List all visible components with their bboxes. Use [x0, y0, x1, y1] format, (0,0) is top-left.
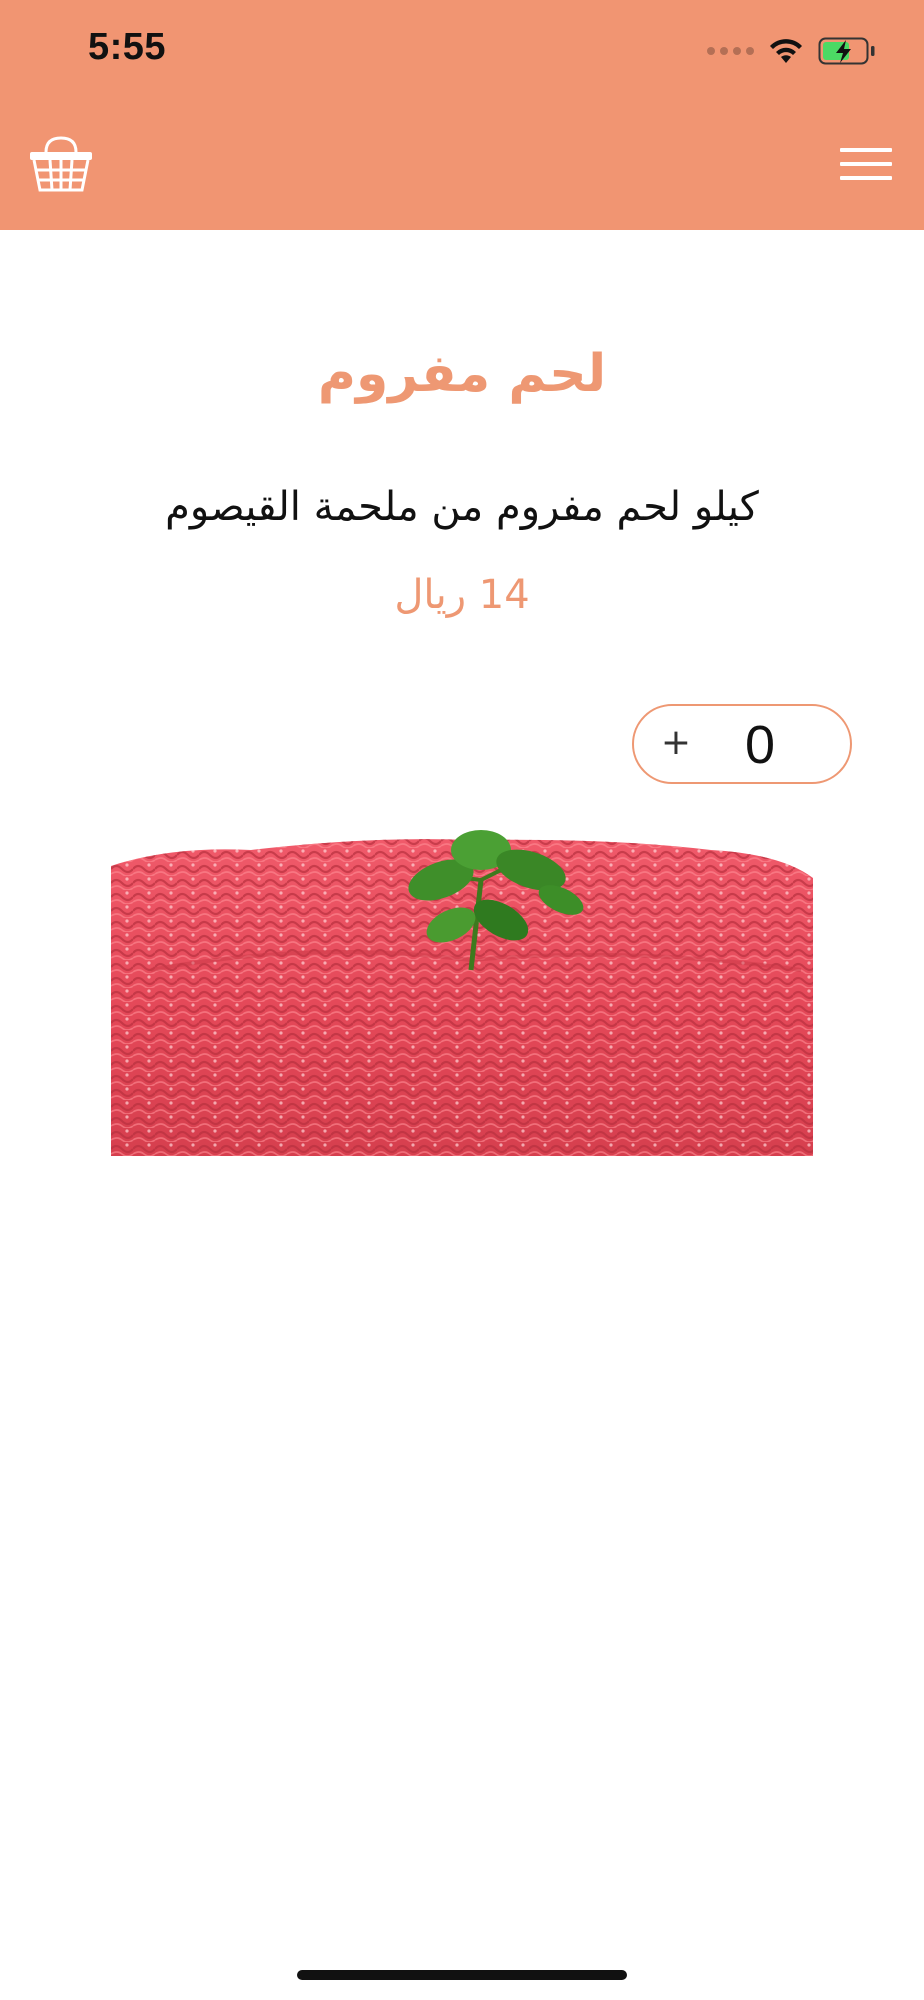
- increment-button[interactable]: +: [656, 718, 696, 768]
- status-icons: [707, 34, 876, 68]
- basket-icon: [30, 136, 92, 192]
- signal-icon: [707, 47, 754, 55]
- product-title: لحم مفروم: [317, 344, 607, 404]
- product-image: [111, 820, 813, 1156]
- status-time: 5:55: [88, 26, 167, 68]
- hamburger-menu-icon: [840, 148, 892, 180]
- product-price: 14 ريال: [394, 572, 530, 618]
- battery-charging-icon: [818, 37, 875, 65]
- quantity-stepper: + 0: [632, 704, 852, 784]
- product-description: كيلو لحم مفروم من ملحمة القيصوم: [165, 484, 759, 530]
- app-header: 5:55: [0, 0, 924, 230]
- menu-button[interactable]: [838, 144, 894, 184]
- quantity-value: 0: [744, 715, 776, 775]
- home-indicator: [297, 1970, 627, 1980]
- basket-button[interactable]: [28, 134, 94, 194]
- wifi-icon: [770, 39, 802, 63]
